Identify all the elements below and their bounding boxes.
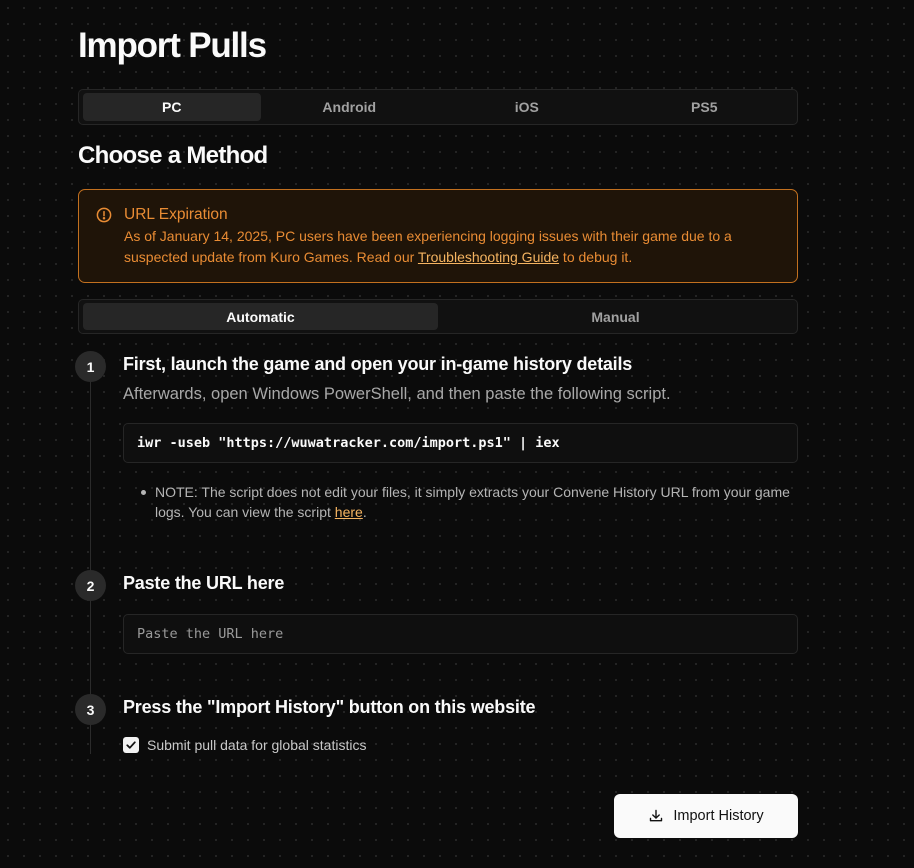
- tab-manual[interactable]: Manual: [438, 303, 793, 330]
- import-history-label: Import History: [673, 808, 764, 824]
- check-icon: [126, 741, 136, 749]
- note-bullet: [141, 490, 146, 495]
- download-icon: [650, 809, 663, 822]
- tab-automatic[interactable]: Automatic: [83, 303, 438, 330]
- step-3-heading: Press the "Import History" button on thi…: [123, 697, 536, 717]
- step-2-heading: Paste the URL here: [123, 573, 285, 593]
- global-stats-label[interactable]: Submit pull data for global statistics: [147, 737, 366, 753]
- powershell-script-code[interactable]: iwr -useb "https://wuwatracker.com/impor…: [123, 423, 798, 463]
- method-tabs: Automatic Manual: [78, 299, 798, 334]
- platform-tabs: PC Android iOS PS5: [78, 89, 798, 125]
- section-title: Choose a Method: [78, 142, 268, 169]
- global-stats-checkbox[interactable]: [123, 737, 139, 753]
- alert-title: URL Expiration: [124, 206, 228, 223]
- tab-ios[interactable]: iOS: [438, 93, 616, 121]
- alert-circle-icon: [96, 207, 112, 223]
- import-history-button[interactable]: Import History: [614, 794, 798, 838]
- step-1-description: Afterwards, open Windows PowerShell, and…: [123, 385, 671, 403]
- alert-body: As of January 14, 2025, PC users have be…: [124, 226, 781, 268]
- url-input[interactable]: [123, 614, 798, 654]
- alert-body-text-end: to debug it.: [559, 249, 633, 265]
- global-stats-option: Submit pull data for global statistics: [123, 737, 366, 753]
- troubleshooting-guide-link[interactable]: Troubleshooting Guide: [418, 249, 559, 265]
- note-text-end: .: [362, 504, 367, 520]
- page-title: Import Pulls: [78, 26, 267, 65]
- script-note: NOTE: The script does not edit your file…: [137, 482, 805, 522]
- url-expiration-alert: URL Expiration As of January 14, 2025, P…: [78, 189, 798, 283]
- tab-ps5[interactable]: PS5: [616, 93, 794, 121]
- tab-android[interactable]: Android: [261, 93, 439, 121]
- step-2-number: 2: [75, 570, 106, 601]
- note-text: NOTE: The script does not edit your file…: [155, 484, 790, 520]
- script-link[interactable]: here: [335, 504, 363, 520]
- step-1-heading: First, launch the game and open your in-…: [123, 354, 633, 374]
- step-3-number: 3: [75, 694, 106, 725]
- tab-pc[interactable]: PC: [83, 93, 261, 121]
- step-1-number: 1: [75, 351, 106, 382]
